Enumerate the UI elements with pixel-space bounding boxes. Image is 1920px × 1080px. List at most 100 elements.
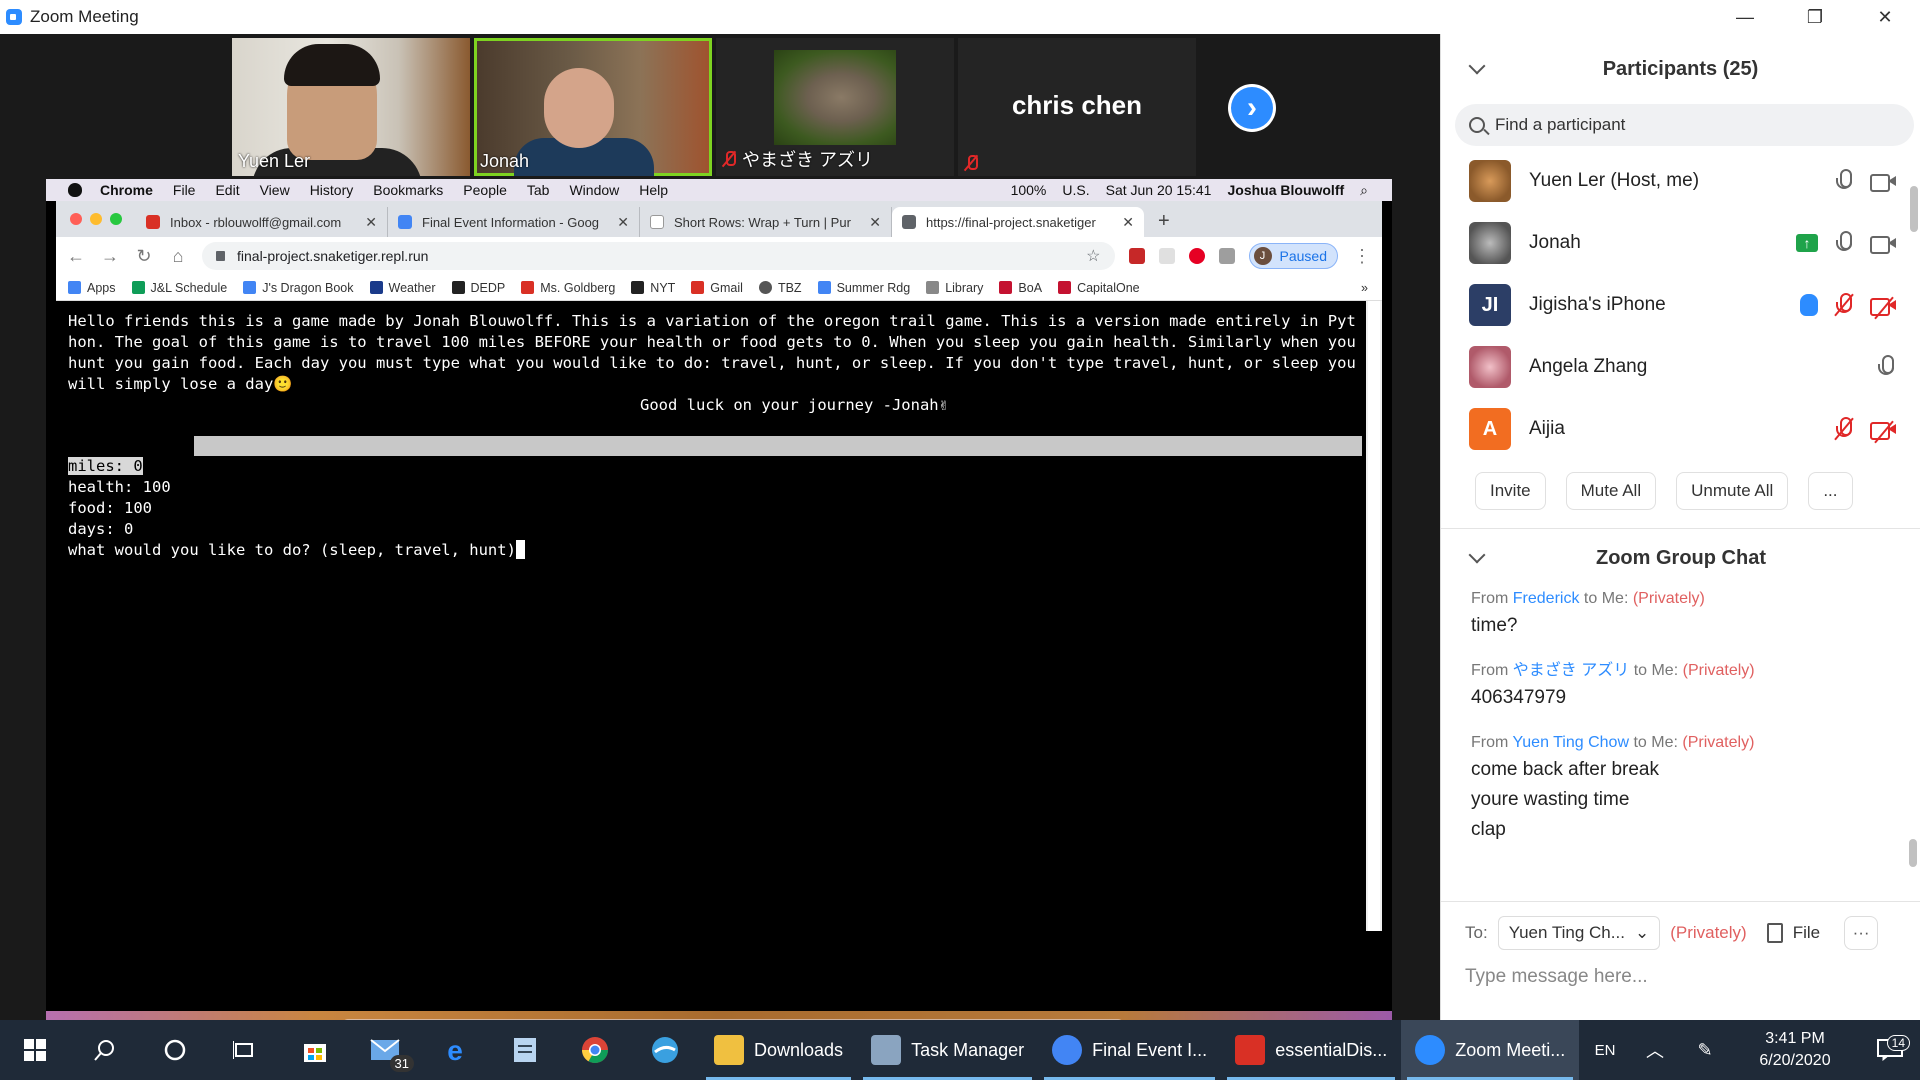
mic-muted-icon[interactable] (1834, 417, 1854, 441)
unmute-all-button[interactable]: Unmute All (1676, 472, 1789, 510)
search-icon[interactable] (70, 1020, 140, 1080)
close-tab-icon[interactable]: ✕ (617, 214, 629, 231)
bookmark-star-icon[interactable]: ☆ (1086, 246, 1100, 266)
extension-icon[interactable] (1128, 248, 1145, 264)
taskbar-app-chrome[interactable]: Final Event I... (1038, 1020, 1221, 1080)
video-icon[interactable] (1870, 234, 1896, 254)
address-bar[interactable]: final-project.snaketiger.repl.run ☆ (202, 242, 1115, 270)
recipient-dropdown[interactable]: Yuen Ting Ch... ⌄ (1497, 916, 1661, 950)
bookmark-item[interactable]: Gmail (691, 281, 743, 295)
pinterest-icon[interactable] (1188, 248, 1205, 264)
participant-row[interactable]: JI Jigisha's iPhone (1441, 274, 1920, 336)
notification-center-icon[interactable]: 14 (1860, 1035, 1920, 1061)
taskbar-app-task-manager[interactable]: Task Manager (857, 1020, 1038, 1080)
repl-console[interactable]: Hello friends this is a game made by Jon… (56, 301, 1382, 1001)
bookmark-item[interactable]: TBZ (758, 281, 802, 295)
zoom-window-dot[interactable] (110, 213, 122, 225)
mic-icon[interactable] (1834, 169, 1854, 193)
task-view-icon[interactable] (210, 1020, 280, 1080)
extension-icon[interactable] (1158, 248, 1175, 264)
menu-item[interactable]: Chrome (100, 182, 153, 198)
close-button[interactable]: ✕ (1850, 0, 1920, 34)
notepad-icon[interactable] (490, 1020, 560, 1080)
more-button[interactable]: ... (1808, 472, 1853, 510)
participant-row[interactable]: A Aijia (1441, 398, 1920, 460)
mic-icon[interactable] (1834, 231, 1854, 255)
start-button[interactable] (0, 1020, 70, 1080)
bookmark-item[interactable]: Ms. Goldberg (521, 281, 615, 295)
video-tile-jonah[interactable]: Jonah (474, 38, 712, 176)
menu-item[interactable]: Bookmarks (373, 182, 443, 198)
menu-item[interactable]: File (173, 182, 196, 198)
app-icon[interactable] (630, 1020, 700, 1080)
store-icon[interactable] (280, 1020, 350, 1080)
bookmark-item[interactable]: Library (926, 281, 983, 295)
taskbar-app-downloads[interactable]: Downloads (700, 1020, 857, 1080)
new-tab-button[interactable]: + (1158, 210, 1170, 233)
scroll-thumb[interactable] (1368, 301, 1380, 931)
chevron-down-icon[interactable] (1468, 546, 1486, 564)
chrome-menu-icon[interactable]: ⋮ (1352, 246, 1372, 267)
pen-icon[interactable]: ✎ (1680, 1020, 1730, 1080)
video-icon[interactable] (1870, 172, 1896, 192)
reload-icon[interactable]: ↻ (134, 246, 154, 267)
mic-icon[interactable] (1876, 355, 1896, 379)
participant-row[interactable]: Angela Zhang (1441, 336, 1920, 398)
video-tile-chris-chen[interactable]: chris chen (958, 38, 1196, 176)
restore-button[interactable]: ❐ (1780, 0, 1850, 34)
mail-icon[interactable]: 31 (350, 1020, 420, 1080)
file-button[interactable]: File (1766, 923, 1820, 943)
sender-name[interactable]: Yuen Ting Chow (1512, 734, 1629, 751)
menu-item[interactable]: Tab (527, 182, 550, 198)
video-off-icon[interactable] (1870, 420, 1896, 444)
profile-paused-button[interactable]: J Paused (1248, 243, 1338, 269)
menu-item[interactable]: View (260, 182, 290, 198)
bookmark-item[interactable]: J&L Schedule (131, 281, 227, 295)
bookmark-item[interactable]: J's Dragon Book (243, 281, 354, 295)
spotlight-icon[interactable]: ⌕ (1360, 182, 1368, 199)
bookmark-item[interactable]: Summer Rdg (817, 281, 910, 295)
participant-search[interactable]: Find a participant (1455, 104, 1914, 146)
tab-gmail[interactable]: Inbox - rblouwolff@gmail.com ✕ (136, 207, 388, 237)
tab-short-rows[interactable]: Short Rows: Wrap + Turn | Pur ✕ (640, 207, 892, 237)
taskbar-app-zoom[interactable]: Zoom Meeti... (1401, 1020, 1580, 1080)
mute-all-button[interactable]: Mute All (1565, 472, 1657, 510)
home-icon[interactable]: ⌂ (168, 246, 188, 267)
extension-icon[interactable] (1218, 248, 1235, 264)
bookmark-item[interactable]: CapitalOne (1058, 281, 1140, 295)
mic-muted-icon[interactable] (1834, 293, 1854, 317)
menu-item[interactable]: History (310, 182, 354, 198)
message-input[interactable] (1465, 966, 1885, 988)
console-scrollbar[interactable] (1366, 301, 1382, 931)
bookmark-item[interactable]: NYT (631, 281, 675, 295)
participant-row[interactable]: Yuen Ler (Host, me) (1441, 150, 1920, 212)
close-tab-icon[interactable]: ✕ (1122, 214, 1134, 231)
minimize-button[interactable]: — (1710, 0, 1780, 34)
forward-icon[interactable]: → (100, 246, 120, 267)
menu-item[interactable]: Edit (215, 182, 239, 198)
video-tile-yamazaki[interactable]: やまざき アズリ (716, 38, 954, 176)
chevron-down-icon[interactable] (1468, 57, 1486, 75)
invite-button[interactable]: Invite (1475, 472, 1546, 510)
close-window-dot[interactable] (70, 213, 82, 225)
bookmarks-overflow[interactable]: » (1361, 281, 1368, 295)
participant-row[interactable]: Jonah ↑ (1441, 212, 1920, 274)
tab-repl[interactable]: https://final-project.snaketiger ✕ (892, 207, 1144, 237)
bookmark-item[interactable]: DEDP (451, 281, 505, 295)
apple-icon[interactable] (68, 183, 82, 197)
cortana-icon[interactable] (140, 1020, 210, 1080)
participants-scrollbar[interactable] (1910, 152, 1918, 442)
sender-name[interactable]: Frederick (1513, 590, 1580, 607)
clock[interactable]: 3:41 PM 6/20/2020 (1730, 1028, 1860, 1072)
minimize-window-dot[interactable] (90, 213, 102, 225)
video-tile-yuen-ler[interactable]: Yuen Ler (232, 38, 470, 176)
bookmark-item[interactable]: Weather (369, 281, 436, 295)
chrome-icon[interactable] (560, 1020, 630, 1080)
menu-item[interactable]: Window (569, 182, 619, 198)
chat-scrollbar[interactable] (1909, 839, 1917, 867)
chat-more-button[interactable]: ··· (1844, 916, 1879, 950)
scroll-thumb[interactable] (1910, 186, 1918, 232)
mac-user[interactable]: Joshua Blouwolff (1227, 182, 1344, 198)
back-icon[interactable]: ← (66, 246, 86, 267)
edge-icon[interactable]: e (420, 1020, 490, 1080)
